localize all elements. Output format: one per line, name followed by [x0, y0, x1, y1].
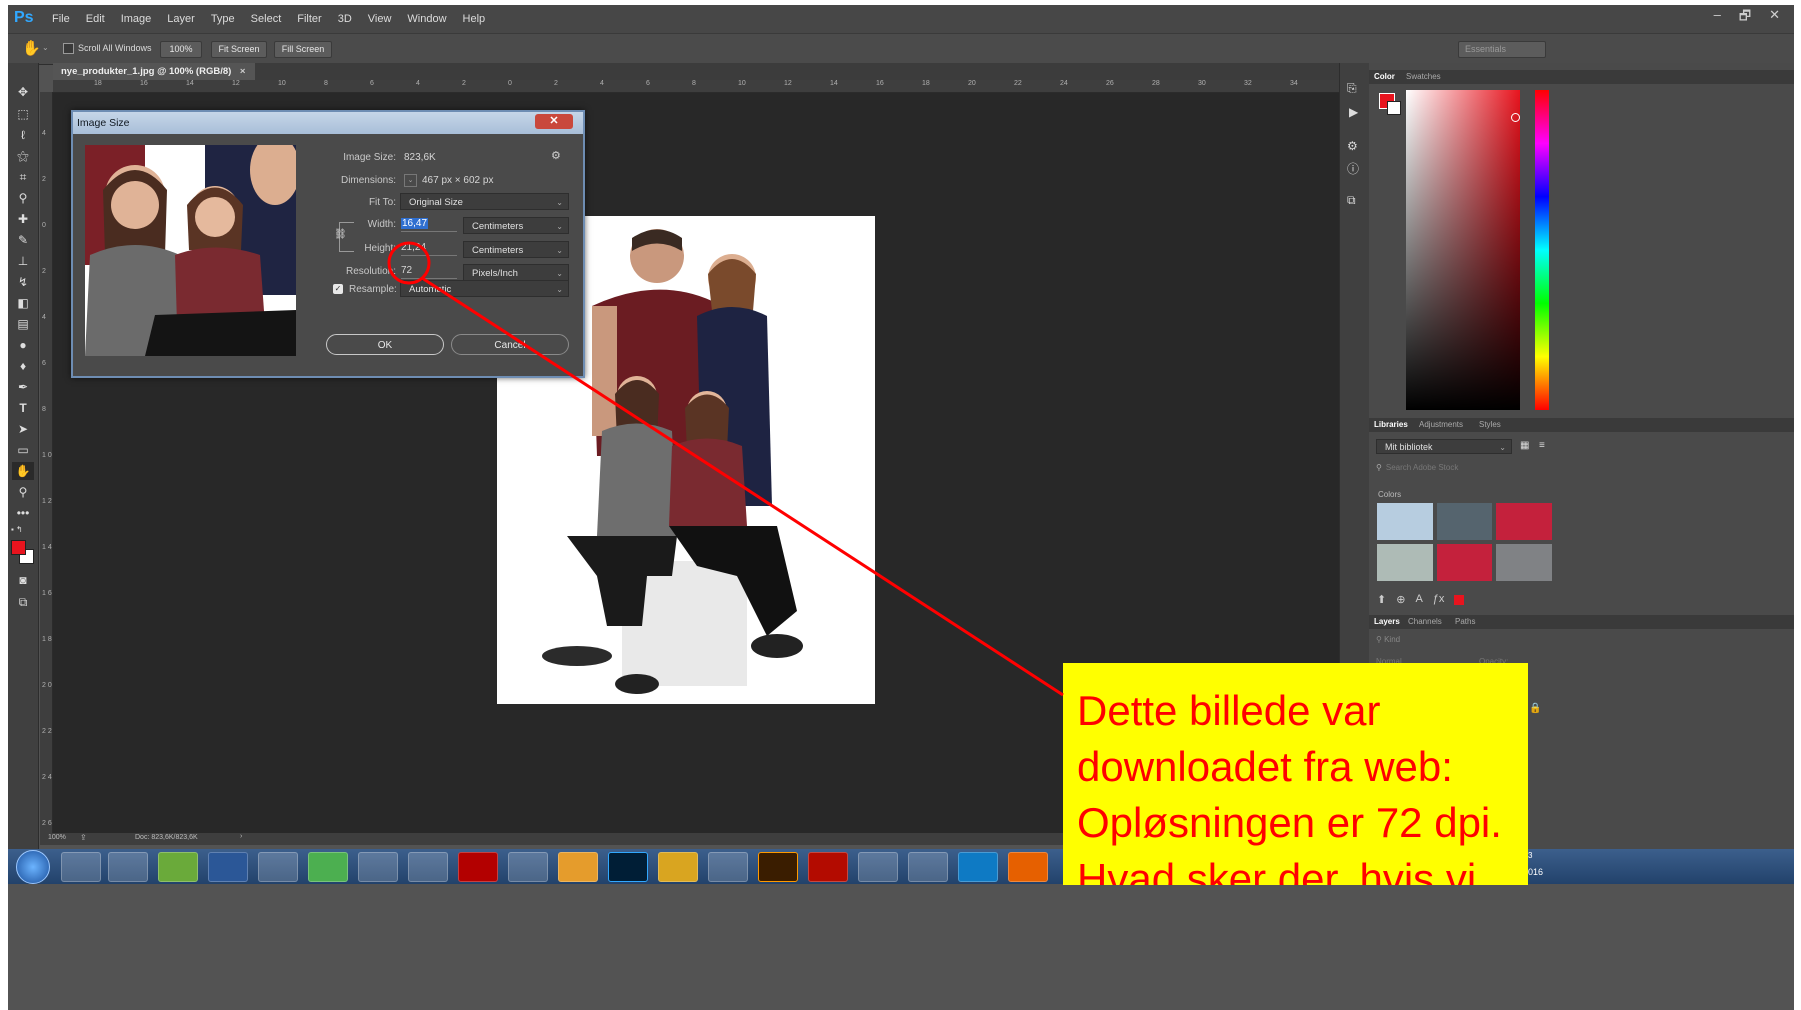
- photoshop-window: Ps File Edit Image Layer Type Select Fil…: [8, 5, 1794, 1010]
- annotation-overlay: [387, 241, 1064, 697]
- annotation-arrow-line: [421, 276, 1064, 697]
